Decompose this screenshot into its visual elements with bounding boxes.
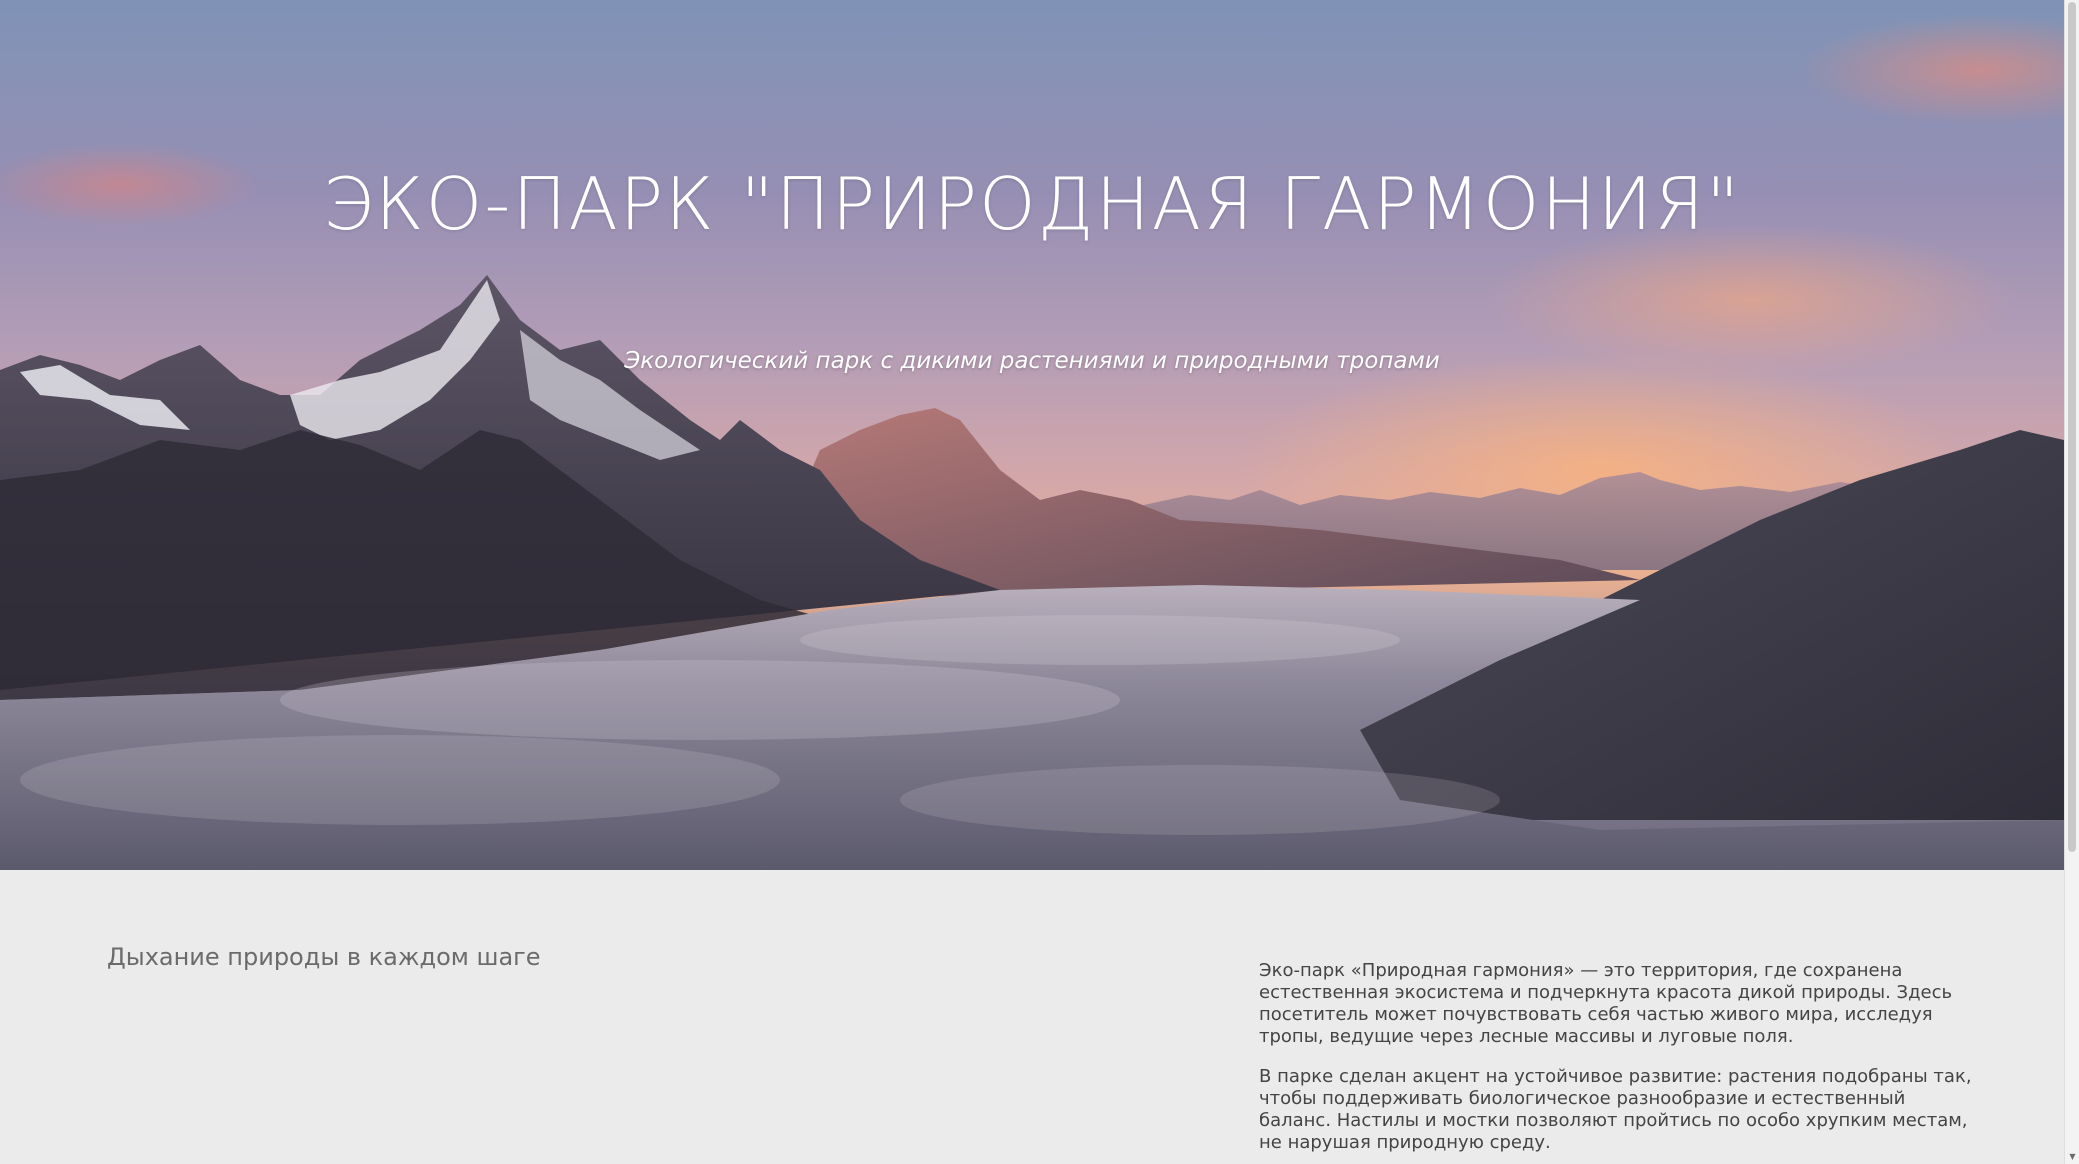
hero-title: ЭКО-ПАРК "ПРИРОДНАЯ ГАРМОНИЯ" — [322, 162, 1742, 246]
hero-banner: ЭКО-ПАРК "ПРИРОДНАЯ ГАРМОНИЯ" Экологичес… — [0, 0, 2064, 870]
mountain-landscape-image — [0, 275, 2064, 870]
hero-subtitle: Экологический парк с дикими растениями и… — [624, 348, 1440, 374]
vertical-scrollbar[interactable]: ▲ ▼ — [2064, 0, 2079, 1164]
page: ЭКО-ПАРК "ПРИРОДНАЯ ГАРМОНИЯ" Экологичес… — [0, 0, 2079, 1164]
scrollbar-thumb[interactable] — [2068, 2, 2076, 852]
about-paragraph: В парке сделан акцент на устойчивое разв… — [1259, 1066, 1972, 1153]
about-text-column: Эко-парк «Природная гармония» — это терр… — [1259, 960, 1979, 1164]
about-section: Дыхание природы в каждом шаге Эко-парк «… — [0, 870, 2064, 1164]
about-paragraph: Эко-парк «Природная гармония» — это терр… — [1259, 960, 1953, 1047]
chevron-down-icon[interactable]: ▼ — [2065, 1150, 2079, 1164]
about-heading: Дыхание природы в каждом шаге — [107, 943, 541, 971]
